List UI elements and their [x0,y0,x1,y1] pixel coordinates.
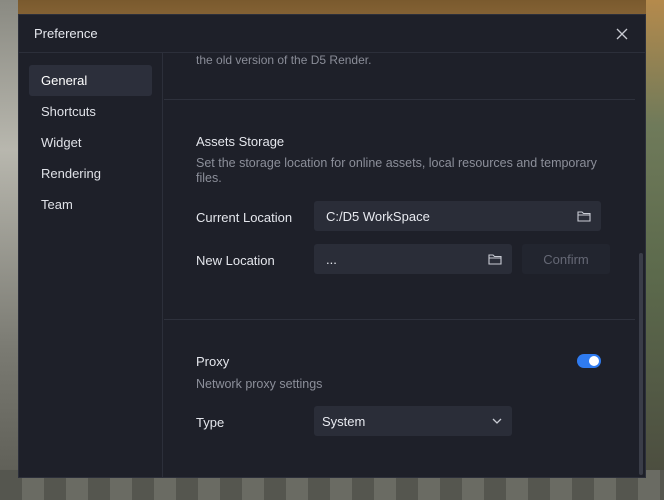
confirm-button[interactable]: Confirm [522,244,610,274]
proxy-type-value: System [322,413,366,429]
section-divider [164,319,635,320]
previous-section-description: the old version of the D5 Render. [196,53,372,67]
current-location-field[interactable]: C:/D5 WorkSpace [314,201,601,231]
sidebar-item-label: Widget [41,135,82,150]
sidebar: General Shortcuts Widget Rendering Team [19,53,163,477]
settings-content: the old version of the D5 Render. Assets… [164,53,645,477]
section-divider [164,99,635,100]
dialog-titlebar: Preference [19,15,645,53]
sidebar-item-shortcuts[interactable]: Shortcuts [29,96,152,127]
close-icon [616,28,628,39]
proxy-type-select[interactable]: System [314,406,512,436]
folder-icon[interactable] [488,253,502,265]
sidebar-item-rendering[interactable]: Rendering [29,158,152,189]
background-right-edge [646,0,664,500]
current-location-label: Current Location [196,210,293,225]
folder-icon[interactable] [577,210,591,222]
scrollbar[interactable] [639,253,643,475]
current-location-value: C:/D5 WorkSpace [326,208,430,224]
new-location-value: ... [326,251,337,267]
sidebar-item-team[interactable]: Team [29,189,152,220]
proxy-title: Proxy [196,354,230,369]
sidebar-item-label: Shortcuts [41,104,96,119]
assets-storage-title: Assets Storage [196,134,285,149]
sidebar-item-label: Team [41,197,73,212]
assets-storage-description: Set the storage location for online asse… [196,156,597,185]
toggle-knob [589,356,599,366]
close-button[interactable] [613,25,631,43]
sidebar-item-general[interactable]: General [29,65,152,96]
chevron-down-icon [492,418,502,424]
proxy-toggle[interactable] [577,354,601,368]
proxy-type-label: Type [196,415,225,430]
sidebar-item-widget[interactable]: Widget [29,127,152,158]
background-left-edge [0,0,18,500]
preference-dialog: Preference General Shortcuts Widget Rend… [18,14,646,478]
new-location-field[interactable]: ... [314,244,512,274]
dialog-title: Preference [34,26,98,41]
sidebar-item-label: Rendering [41,166,101,181]
sidebar-item-label: General [41,73,88,88]
proxy-description: Network proxy settings [196,377,323,391]
new-location-label: New Location [196,253,275,268]
